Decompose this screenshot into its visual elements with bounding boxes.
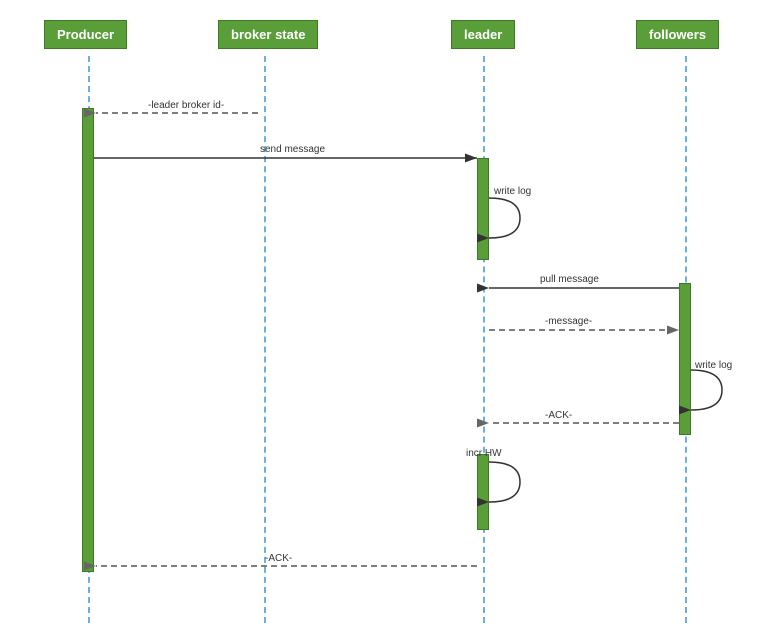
label-send-message: send message (260, 144, 325, 155)
activation-leader-2 (477, 454, 489, 530)
sequence-diagram: Producer broker state leader followers (0, 0, 778, 633)
arrow-write-log-followers (691, 370, 722, 410)
label-ack-producer: -ACK- (265, 553, 292, 564)
label-write-log-leader: write log (494, 186, 531, 197)
label-write-log-followers: write log (695, 360, 732, 371)
actor-followers: followers (636, 20, 719, 49)
arrows-svg (0, 0, 778, 633)
label-incr-hw: incr HW (466, 448, 502, 459)
arrow-write-log-leader (489, 198, 520, 238)
activation-leader-1 (477, 158, 489, 260)
activation-producer (82, 108, 94, 572)
label-ack-followers-leader: -ACK- (545, 410, 572, 421)
actor-leader: leader (451, 20, 515, 49)
lifeline-leader (483, 56, 485, 623)
label-pull-message: pull message (540, 274, 599, 285)
actor-producer: Producer (44, 20, 127, 49)
arrow-incr-hw (489, 462, 520, 502)
label-leader-broker-id: -leader broker id- (148, 100, 224, 111)
actor-broker-state: broker state (218, 20, 318, 49)
lifeline-broker-state (264, 56, 266, 623)
activation-followers (679, 283, 691, 435)
label-message: -message- (545, 316, 592, 327)
